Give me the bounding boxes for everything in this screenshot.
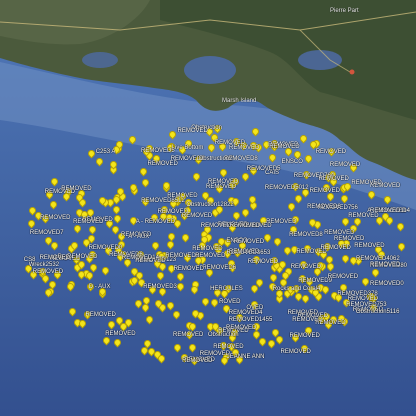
marker-label: REMOVED (213, 344, 244, 351)
marker-label: REMOVED (229, 222, 261, 229)
marker-label: REMOVED0 (88, 245, 123, 252)
marker-label: REMOVED (214, 139, 246, 146)
marker-label: REMOVED (195, 253, 226, 260)
marker-label: REMOVED3 (143, 283, 177, 290)
marker-label: Obstruction2 (198, 156, 233, 163)
marker-label: REMOVED0 (370, 281, 404, 288)
marker-label: REMOVED (40, 214, 71, 221)
marker-label: REMOVED5 (141, 147, 175, 154)
marker-label: REMOVED (329, 161, 361, 168)
marker-label: REMOVED (85, 311, 116, 318)
marker-label: REMOVED (32, 269, 64, 275)
marker-label: OVED (246, 305, 264, 312)
marker-label: REMOVED (289, 332, 320, 339)
marker-label: REMOVED8 (289, 232, 323, 238)
marker-label: Obstruction (207, 332, 239, 339)
marker-label: REMOVED (347, 296, 379, 302)
marker-label: C253 A (95, 148, 116, 155)
marker-label: REMOVED (309, 187, 340, 194)
marker-label: REMOVED (147, 160, 178, 167)
marker-label: REMOVED (173, 266, 204, 273)
marker-label: REMOVED8512 (141, 197, 185, 204)
marker-label: REMOVED (320, 245, 351, 252)
marker-label: REMOVED (354, 242, 385, 249)
marker-label: REMOVED (192, 246, 223, 253)
marker-label: REMOVED (39, 255, 70, 262)
marker-label: REMOVED (61, 186, 92, 193)
marker-label: REMOVED6 (307, 204, 341, 211)
marker-label: ENSCO (281, 158, 303, 165)
marker-label: REMOVED (290, 264, 322, 271)
marker-label: Obstruction5116 (355, 309, 400, 315)
marker-label: REMOVED7 (29, 230, 64, 237)
marker-label: REMOVED (182, 358, 213, 364)
marker-label: REMOVED (247, 258, 279, 265)
marker-label: REMOVED (173, 331, 204, 338)
marker-label: REMOVED (177, 127, 208, 134)
marker-label: HERCULES (210, 286, 243, 293)
marker-label: Live Bottom (171, 144, 204, 151)
marker-label: REMOVED (229, 249, 260, 256)
marker-label: ROVED (219, 299, 241, 306)
map-view[interactable]: Marsh Island Pierre Part REMOVED764 REMOV… (0, 0, 416, 416)
marker-label: D - AUX (88, 284, 111, 291)
marker-label: REMOVED (226, 325, 257, 331)
marker-label: REMOVED (199, 351, 231, 358)
marker-label: REMOVED (206, 184, 237, 190)
marker-label: REMOVED (233, 238, 265, 245)
marker-label: REMOVED1455 (228, 317, 273, 324)
marker-label: REMOVED5012 (264, 185, 309, 192)
marker-label: REMOVED (269, 143, 300, 150)
marker-label: REMOVED (73, 219, 104, 226)
marker-label: REMOVED (229, 145, 260, 152)
marker-label: REMOVED (315, 148, 347, 155)
marker-label: REMOVED (351, 180, 382, 187)
marker-label: JEANNE ANN (226, 353, 265, 360)
marker-label: CAIS (265, 170, 280, 177)
marker-label: REMOVED (318, 176, 349, 183)
marker-label: REMOVED (105, 331, 136, 338)
marker-label: REMOVED14 (121, 254, 159, 261)
marker-label: Obstruction12822 (186, 201, 234, 208)
marker-label: REMOVED (181, 212, 213, 219)
marker-label: REMOVED (334, 235, 365, 242)
marker-label: A - AUX (128, 234, 150, 241)
marker-label: REMOVED (200, 223, 232, 230)
marker-label: REMOVED (292, 316, 323, 323)
marker-label: REMOVED (280, 349, 311, 356)
marker-label-layer: REMOVED764 REMOVED5 A - REMOVED REMOVED5012… (0, 0, 416, 416)
marker-label: REMOVED (348, 212, 379, 219)
marker-label: Rocks and Coral4 (272, 286, 321, 293)
marker-label: CS8 (23, 256, 36, 263)
marker-label: A - REMOVED (135, 219, 176, 226)
marker-label: REMOVED6 (202, 265, 237, 272)
marker-label: REMOVED (167, 192, 198, 199)
marker-label: REMOVED (327, 274, 359, 281)
marker-label: REMOVED (370, 262, 401, 268)
marker-label: Wreck2532 (28, 262, 60, 268)
